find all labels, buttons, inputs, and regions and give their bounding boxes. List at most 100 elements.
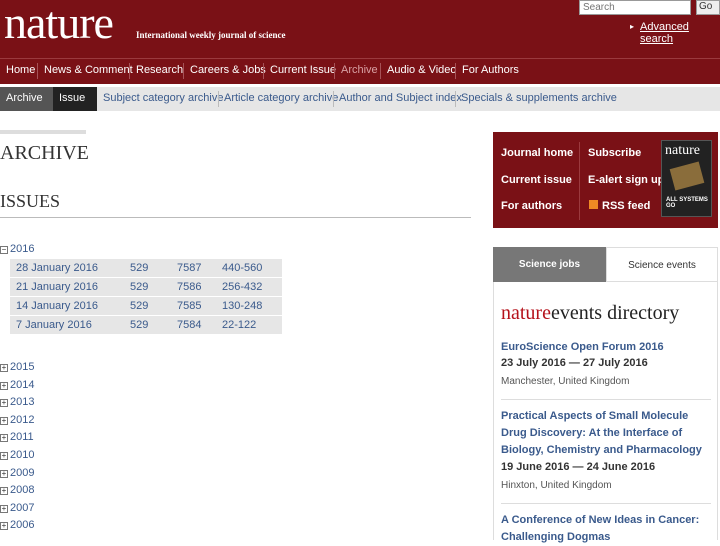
event-location: Hinxton, United Kingdom	[501, 480, 612, 491]
issue-number: 7584	[177, 319, 202, 331]
tab-science-events[interactable]: Science events	[606, 247, 718, 282]
table-row[interactable]: 7 January 2016 529 7584 22-122	[10, 316, 282, 335]
year-label: 2008	[10, 484, 35, 496]
expand-icon: +	[0, 398, 8, 407]
year-label: 2013	[10, 396, 35, 408]
journal-cover-image[interactable]: nature ALL SYSTEMS GO	[661, 140, 712, 217]
nav-divider	[455, 63, 456, 79]
nav-divider	[263, 63, 264, 79]
subnav-subject-category[interactable]: Subject category archive	[103, 92, 223, 104]
event-dates: 23 July 2016 — 27 July 2016	[501, 357, 648, 369]
events-directory-logo[interactable]: natureevents directory	[501, 302, 679, 325]
sub-nav: Archive Issue Subject category archive A…	[0, 87, 720, 111]
current-issue-link[interactable]: Current issue	[501, 174, 572, 186]
year-label: 2014	[10, 379, 35, 391]
event-divider	[501, 503, 711, 504]
nav-divider	[334, 63, 335, 79]
main-nav: Home News & Comment Research Careers & J…	[0, 58, 720, 84]
cover-title: nature	[665, 143, 700, 158]
issue-volume: 529	[130, 300, 149, 312]
column-divider	[579, 142, 580, 220]
advanced-search-link[interactable]: Advanced search	[640, 21, 720, 45]
expand-icon: +	[0, 504, 8, 513]
expand-icon: +	[0, 381, 8, 390]
year-toggle-2014[interactable]: +2014	[0, 379, 34, 391]
issue-number: 7585	[177, 300, 202, 312]
search-input[interactable]	[579, 0, 691, 15]
journal-links-box: Journal home Current issue For authors S…	[493, 132, 718, 228]
nav-home[interactable]: Home	[6, 64, 35, 76]
event-title-link[interactable]: EuroScience Open Forum 2016	[501, 339, 716, 356]
subscribe-link[interactable]: Subscribe	[588, 147, 641, 159]
expand-icon: +	[0, 363, 8, 372]
year-label: 2006	[10, 519, 35, 531]
nav-divider	[37, 63, 38, 79]
nav-news-comment[interactable]: News & Comment	[44, 64, 133, 76]
events-panel: natureevents directory EuroScience Open …	[493, 282, 718, 543]
site-logo[interactable]: nature	[4, 0, 114, 49]
nav-research[interactable]: Research	[136, 64, 183, 76]
table-row[interactable]: 21 January 2016 529 7586 256-432	[10, 278, 282, 297]
go-button[interactable]: Go	[696, 0, 720, 15]
year-toggle-2010[interactable]: +2010	[0, 449, 34, 461]
site-tagline: International weekly journal of science	[136, 30, 286, 40]
events-brand-b: events directory	[550, 302, 680, 324]
issue-date[interactable]: 14 January 2016	[16, 300, 98, 312]
expand-icon: +	[0, 451, 8, 460]
event-dates: 19 June 2016 — 24 June 2016	[501, 461, 656, 473]
event-divider	[501, 399, 711, 400]
nav-divider	[380, 63, 381, 79]
cover-caption: ALL SYSTEMS GO	[666, 197, 708, 209]
expand-icon: +	[0, 416, 8, 425]
breadcrumb-archive[interactable]: Archive	[0, 87, 53, 111]
year-toggle-2012[interactable]: +2012	[0, 414, 34, 426]
year-label: 2009	[10, 467, 35, 479]
table-row[interactable]: 28 January 2016 529 7587 440-560	[10, 259, 282, 278]
nav-current-issue[interactable]: Current Issue	[270, 64, 336, 76]
event-location: Manchester, United Kingdom	[501, 376, 630, 387]
issue-pages: 256-432	[222, 281, 263, 293]
nav-for-authors[interactable]: For Authors	[462, 64, 519, 76]
year-toggle-2015[interactable]: +2015	[0, 361, 34, 373]
year-toggle-2016[interactable]: −2016	[0, 243, 34, 255]
year-toggle-2008[interactable]: +2008	[0, 484, 34, 496]
rss-icon	[589, 200, 598, 209]
subnav-specials[interactable]: Specials & supplements archive	[461, 92, 617, 104]
year-toggle-2013[interactable]: +2013	[0, 396, 34, 408]
year-toggle-2007[interactable]: +2007	[0, 502, 34, 514]
year-label: 2007	[10, 502, 35, 514]
expand-icon: +	[0, 433, 8, 442]
tab-science-jobs[interactable]: Science jobs	[493, 247, 606, 282]
nav-careers-jobs[interactable]: Careers & Jobs	[190, 64, 266, 76]
year-toggle-2006[interactable]: +2006	[0, 519, 34, 531]
nav-divider	[129, 63, 130, 79]
breadcrumb-issue[interactable]: Issue	[53, 87, 97, 111]
subnav-divider	[333, 91, 334, 107]
for-authors-link[interactable]: For authors	[501, 200, 562, 212]
event-title-link[interactable]: A Conference of New Ideas in Cancer: Cha…	[501, 512, 716, 546]
nav-archive[interactable]: Archive	[341, 64, 378, 76]
issue-volume: 529	[130, 281, 149, 293]
year-toggle-2011[interactable]: +2011	[0, 431, 34, 443]
collapse-icon: −	[0, 245, 8, 254]
event-title-link[interactable]: Practical Aspects of Small Molecule Drug…	[501, 408, 716, 459]
section-heading: ISSUES	[0, 191, 61, 211]
issue-date[interactable]: 7 January 2016	[16, 319, 92, 331]
issue-date[interactable]: 21 January 2016	[16, 281, 98, 293]
nav-divider	[183, 63, 184, 79]
year-toggle-2009[interactable]: +2009	[0, 467, 34, 479]
e-alert-link[interactable]: E-alert sign up	[588, 174, 664, 186]
journal-home-link[interactable]: Journal home	[501, 147, 573, 159]
issue-pages: 440-560	[222, 262, 263, 274]
arrow-right-icon: ▸	[630, 22, 635, 31]
rss-feed-link[interactable]: RSS feed	[602, 200, 650, 212]
events-brand-a: nature	[501, 302, 551, 324]
expand-icon: +	[0, 469, 8, 478]
subnav-divider	[455, 91, 456, 107]
nav-audio-video[interactable]: Audio & Video	[387, 64, 457, 76]
subnav-article-category[interactable]: Article category archive	[224, 92, 338, 104]
subnav-author-subject-index[interactable]: Author and Subject index	[339, 92, 462, 104]
issue-date[interactable]: 28 January 2016	[16, 262, 98, 274]
site-header: nature International weekly journal of s…	[0, 0, 720, 58]
table-row[interactable]: 14 January 2016 529 7585 130-248	[10, 297, 282, 316]
